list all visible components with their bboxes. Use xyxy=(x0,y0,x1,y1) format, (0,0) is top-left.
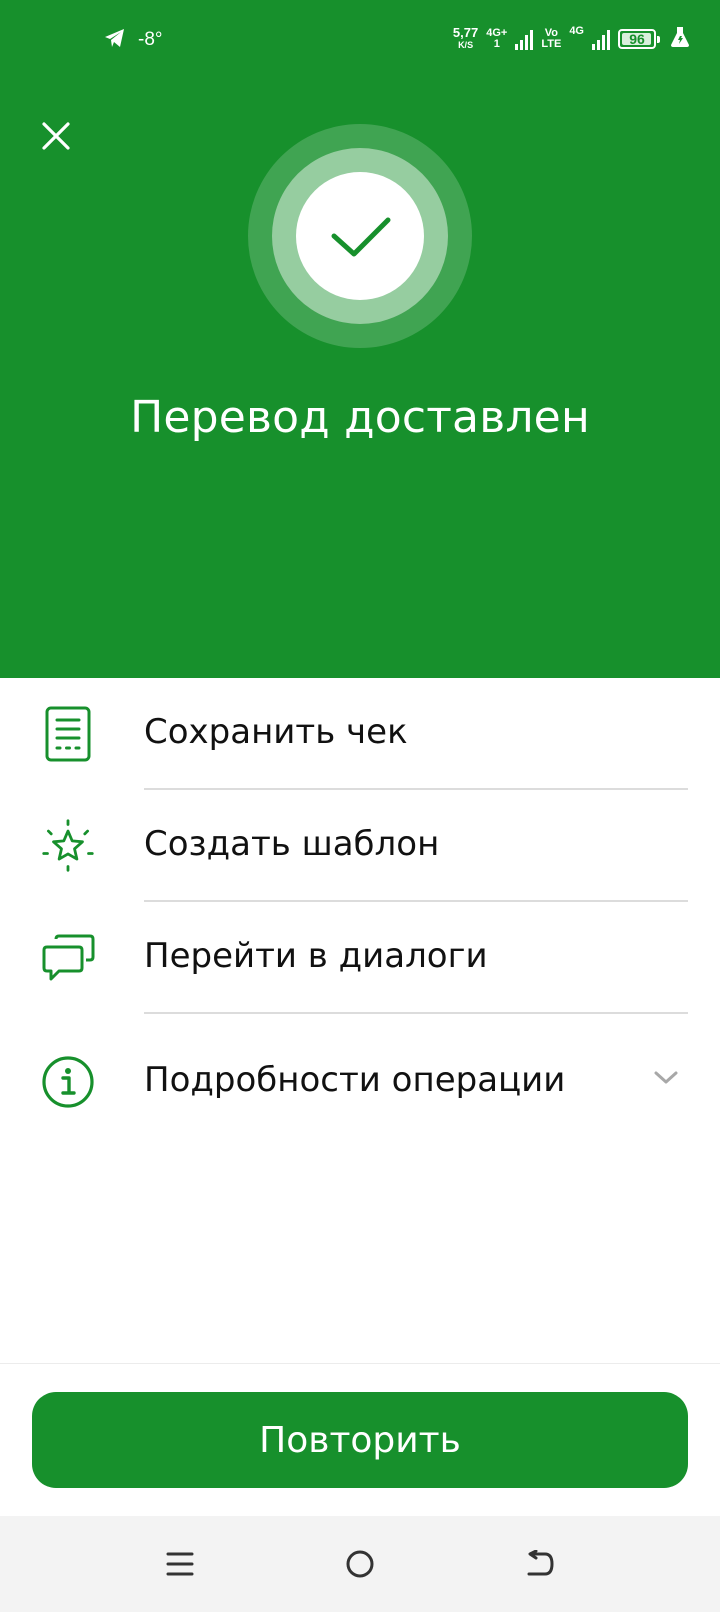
bottom-separator xyxy=(0,1363,720,1364)
network-speed-value: 5,77 xyxy=(452,25,479,40)
screen: -8° 5,77 K/S 4G+ 1 Vo LTE 4G 96 Перевод … xyxy=(0,0,720,1612)
close-button[interactable] xyxy=(32,112,80,160)
network-type-2: 4G xyxy=(569,25,584,37)
create-template-label: Создать шаблон xyxy=(144,824,440,864)
info-icon xyxy=(40,1054,96,1110)
telegram-icon xyxy=(104,28,126,53)
success-badge xyxy=(248,124,472,348)
operation-details-item[interactable]: Подробности операции xyxy=(0,1014,720,1126)
action-list: Сохранить чек Создать шаблон Перейти в д… xyxy=(0,678,720,1126)
menu-icon xyxy=(166,1552,194,1576)
network-speed: 5,77 K/S xyxy=(452,25,479,51)
volte-bottom: LTE xyxy=(541,38,562,50)
network-type-1: 4G+ 1 xyxy=(486,28,507,50)
page-title: Перевод доставлен xyxy=(130,392,590,443)
create-template-item[interactable]: Создать шаблон xyxy=(0,790,720,902)
signal-icon xyxy=(515,28,534,50)
close-icon xyxy=(42,122,70,150)
status-bar: -8° 5,77 K/S 4G+ 1 Vo LTE 4G 96 xyxy=(0,0,720,80)
chevron-down-icon[interactable] xyxy=(652,1064,680,1092)
status-left: -8° xyxy=(104,26,163,54)
system-nav-bar xyxy=(0,1516,720,1612)
home-button[interactable] xyxy=(340,1544,380,1584)
battery-icon: 96 xyxy=(618,29,660,49)
check-icon xyxy=(331,217,391,257)
success-badge-core xyxy=(296,172,424,300)
battery-level: 96 xyxy=(629,31,645,47)
weather-temperature: -8° xyxy=(138,29,163,50)
go-to-dialogs-item[interactable]: Перейти в диалоги xyxy=(0,902,720,1014)
star-icon xyxy=(40,818,96,874)
operation-details-label: Подробности операции xyxy=(144,1060,566,1100)
save-receipt-item[interactable]: Сохранить чек xyxy=(0,678,720,790)
status-right: 5,77 K/S 4G+ 1 Vo LTE 4G 96 xyxy=(453,24,690,54)
chat-icon xyxy=(40,930,96,986)
network-speed-unit: K/S xyxy=(458,40,474,50)
volte-indicator: Vo LTE xyxy=(541,28,561,50)
signal-icon-2 xyxy=(592,28,610,50)
home-icon xyxy=(346,1550,374,1578)
success-header: -8° 5,77 K/S 4G+ 1 Vo LTE 4G 96 Перевод … xyxy=(0,0,720,678)
go-to-dialogs-label: Перейти в диалоги xyxy=(144,936,488,976)
save-receipt-label: Сохранить чек xyxy=(144,712,408,752)
network-type-1-sub: 1 xyxy=(493,38,500,50)
back-icon xyxy=(527,1550,554,1576)
repeat-button[interactable]: Повторить xyxy=(32,1392,688,1488)
receipt-icon xyxy=(40,706,96,762)
back-button[interactable] xyxy=(520,1544,560,1584)
flask-icon xyxy=(670,26,690,53)
recent-apps-button[interactable] xyxy=(160,1544,200,1584)
